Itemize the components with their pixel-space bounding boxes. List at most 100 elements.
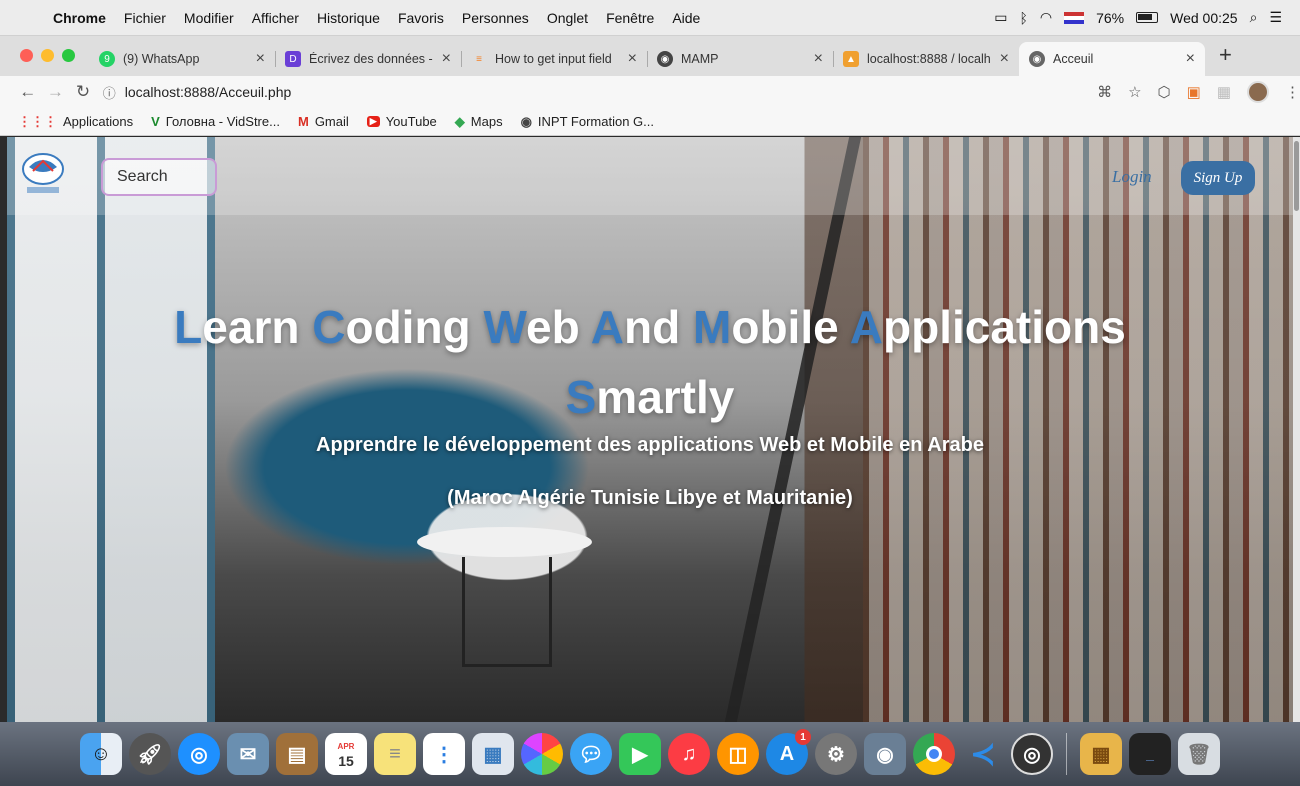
wifi-icon[interactable]: ◠ <box>1040 9 1052 26</box>
hero-subtitle: Apprendre le développement des applicati… <box>316 434 984 456</box>
tab-stackoverflow[interactable]: ≡ How to get input field × <box>461 42 647 76</box>
tab-mamp[interactable]: ◉ MAMP × <box>647 42 833 76</box>
hero-table-decor <box>417 527 592 557</box>
music-icon[interactable]: ♫ <box>668 733 710 775</box>
chrome-icon[interactable] <box>913 733 955 775</box>
terminal-icon[interactable]: _ <box>1129 733 1171 775</box>
close-tab-icon[interactable]: × <box>814 50 823 68</box>
menu-app-name[interactable]: Chrome <box>44 10 115 26</box>
chrome-menu-icon[interactable]: ⋮ <box>1285 83 1300 101</box>
apps-grid-icon: ⋮⋮⋮ <box>18 113 57 129</box>
tab-strip: 9 (9) WhatsApp × D Écrivez des données -… <box>0 36 1300 76</box>
extension-inactive-icon[interactable]: ▦ <box>1217 83 1231 101</box>
menu-personnes[interactable]: Personnes <box>453 10 538 26</box>
close-tab-icon[interactable]: × <box>1186 50 1195 68</box>
menu-historique[interactable]: Historique <box>308 10 389 26</box>
airplay-icon[interactable]: ▭ <box>994 9 1007 26</box>
dock-separator <box>1066 733 1067 775</box>
mail-stamp-icon[interactable]: ✉ <box>227 733 269 775</box>
close-window-button[interactable] <box>20 49 33 62</box>
profile-avatar[interactable] <box>1247 81 1269 103</box>
minimize-window-button[interactable] <box>41 49 54 62</box>
bookmark-maps[interactable]: ◆ Maps <box>455 114 503 130</box>
menu-modifier[interactable]: Modifier <box>175 10 243 26</box>
contacts-icon[interactable]: ▤ <box>276 733 318 775</box>
new-tab-button[interactable]: + <box>1205 42 1246 76</box>
facetime-icon[interactable]: ▶ <box>619 733 661 775</box>
bookmark-star-icon[interactable]: ☆ <box>1128 83 1141 101</box>
page-scrollbar[interactable] <box>1293 137 1300 722</box>
bookmark-gmail[interactable]: M Gmail <box>298 114 349 129</box>
search-input[interactable] <box>101 158 217 196</box>
tab-ecrivez[interactable]: D Écrivez des données - × <box>275 42 461 76</box>
url-text[interactable]: localhost:8888/Acceuil.php <box>125 84 292 100</box>
phpmyadmin-icon: ▲ <box>843 51 859 67</box>
system-preferences-icon[interactable]: ⚙ <box>815 733 857 775</box>
login-link[interactable]: Login <box>1112 167 1152 187</box>
notes-icon[interactable]: ≡ <box>374 733 416 775</box>
calendar-icon[interactable]: APR 15 <box>325 733 367 775</box>
site-logo[interactable] <box>21 151 65 199</box>
spotlight-search-icon[interactable]: ⌕ <box>1250 9 1258 26</box>
finder-icon[interactable]: ☺ <box>80 733 122 775</box>
globe-icon: ◉ <box>657 51 673 67</box>
photos-icon[interactable] <box>521 733 563 775</box>
close-tab-icon[interactable]: × <box>442 50 451 68</box>
reload-button[interactable]: ↻ <box>69 82 97 102</box>
menu-onglet[interactable]: Onglet <box>538 10 597 26</box>
trash-icon[interactable]: 🗑︎ <box>1178 733 1220 775</box>
tab-title: (9) WhatsApp <box>123 52 200 66</box>
sign-up-button[interactable]: Sign Up <box>1181 161 1255 195</box>
bookmark-applications[interactable]: ⋮⋮⋮ Applications <box>18 114 133 130</box>
globe-icon: ◉ <box>520 113 532 129</box>
clock[interactable]: Wed 00:25 <box>1170 10 1237 26</box>
installer-package-icon[interactable]: ▦ <box>1080 733 1122 775</box>
back-button[interactable]: ← <box>14 82 42 102</box>
translate-icon[interactable]: ⌘ <box>1097 83 1112 101</box>
scrollbar-thumb[interactable] <box>1294 141 1299 211</box>
tab-acceuil[interactable]: ◉ Acceuil × <box>1019 42 1205 76</box>
bookmark-inpt[interactable]: ◉ INPT Formation G... <box>521 114 654 130</box>
bookmark-label: Головна - VidStre... <box>165 114 280 129</box>
bookmark-label: Maps <box>470 114 503 129</box>
app-store-icon[interactable]: A1 <box>766 729 811 775</box>
input-source-flag-icon[interactable] <box>1064 11 1085 24</box>
zoom-window-button[interactable] <box>62 49 75 62</box>
extension-cube-icon[interactable]: ⬡ <box>1158 83 1171 101</box>
menu-favoris[interactable]: Favoris <box>389 10 453 26</box>
menu-afficher[interactable]: Afficher <box>243 10 308 26</box>
close-tab-icon[interactable]: × <box>1000 50 1009 68</box>
address-bar[interactable]: ⓘ localhost:8888/Acceuil.php <box>103 79 1077 105</box>
tab-whatsapp[interactable]: 9 (9) WhatsApp × <box>89 42 275 76</box>
bookmark-vidstreaming[interactable]: V Головна - VidStre... <box>151 114 280 129</box>
battery-icon[interactable] <box>1136 12 1159 23</box>
forward-button[interactable]: → <box>42 82 70 102</box>
tab-phpmyadmin[interactable]: ▲ localhost:8888 / localh × <box>833 42 1019 76</box>
menu-aide[interactable]: Aide <box>663 10 709 26</box>
bookmark-label: YouTube <box>385 114 437 129</box>
mamp-icon[interactable]: ◎ <box>1011 733 1053 775</box>
preview-icon[interactable]: ▦ <box>472 733 514 775</box>
notification-center-icon[interactable]: ☰ <box>1269 9 1282 26</box>
close-tab-icon[interactable]: × <box>628 50 637 68</box>
bluetooth-icon[interactable]: ᛒ <box>1019 10 1027 26</box>
menu-fenetre[interactable]: Fenêtre <box>597 10 663 26</box>
doc-icon: D <box>285 51 301 67</box>
battery-percent: 76% <box>1096 9 1125 26</box>
bookmark-youtube[interactable]: ▶ YouTube <box>366 114 437 129</box>
books-icon[interactable]: ◫ <box>717 733 759 775</box>
calendar-month: APR <box>337 742 355 751</box>
vscode-icon[interactable]: ≺ <box>962 733 1004 775</box>
messages-icon[interactable]: 💬︎ <box>570 733 612 775</box>
launchpad-icon[interactable]: 🚀︎ <box>129 733 171 775</box>
image-capture-icon[interactable]: ◉ <box>864 733 906 775</box>
page-viewport: Login Sign Up Learn Coding Web And Mobil… <box>7 137 1293 722</box>
extension-grid-icon[interactable]: ▣ <box>1187 83 1201 101</box>
close-tab-icon[interactable]: × <box>256 50 265 68</box>
reminders-icon[interactable]: ⋮ <box>423 733 465 775</box>
tab-title: localhost:8888 / localh <box>867 52 991 66</box>
safari-icon[interactable]: ◎ <box>178 733 220 775</box>
menu-fichier[interactable]: Fichier <box>115 10 175 26</box>
site-info-icon[interactable]: ⓘ <box>103 83 125 102</box>
site-header: Login Sign Up <box>7 137 1293 215</box>
